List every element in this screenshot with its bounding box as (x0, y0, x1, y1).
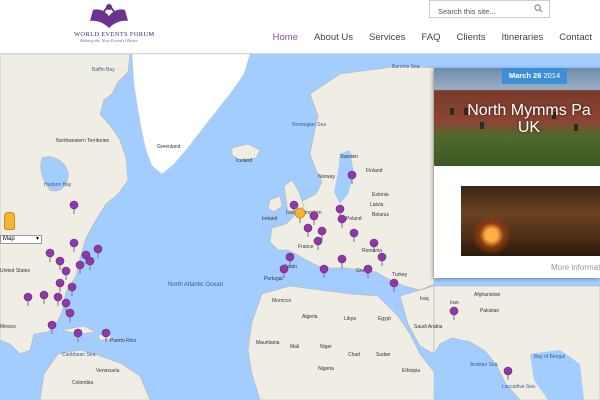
event-marker[interactable] (67, 282, 77, 296)
map-label-poland: Poland (346, 216, 362, 222)
map-label-nigeria: Nigeria (318, 366, 334, 372)
map-type-select[interactable]: Map ▾ (0, 235, 42, 244)
map-label-united-states: United States (0, 268, 31, 274)
main-nav: Home About Us Services FAQ Clients Itine… (265, 32, 600, 44)
map-label-finland: Finland (366, 168, 383, 174)
event-year: 2014 (543, 71, 561, 80)
nav-faq[interactable]: FAQ (413, 32, 448, 44)
map-label-venezuela: Venezuela (96, 368, 120, 374)
map-label-saudi-arabia: Saudi Arabia (414, 324, 443, 330)
map-label-ethiopia: Ethiopia (402, 368, 420, 374)
map-label-estonia: Estonia (372, 192, 389, 198)
map-label-pakistan: Pakistan (480, 308, 499, 314)
event-marker[interactable] (75, 260, 85, 274)
ireland-land (267, 195, 283, 213)
search-box (429, 0, 550, 20)
event-title[interactable]: North Mymms Pa UK (444, 102, 600, 136)
map-label-portugal: Portugal (264, 276, 283, 282)
map-label-northwest-territories: Northwestern Territories (56, 138, 109, 144)
map-label-greenland: Greenland (157, 144, 181, 150)
event-marker[interactable] (101, 328, 111, 342)
map-label-bay-of-bengal: Bay of Bengal (534, 354, 565, 360)
map-label-north-atlantic-ocean: North Atlantic Ocean (168, 282, 223, 288)
nav-about-us[interactable]: About Us (306, 32, 361, 44)
map-label-iran: Iran (450, 300, 459, 306)
open-book-logo-icon (90, 3, 128, 28)
north-america-land (0, 54, 131, 355)
map-label-norwegian-sea: Norwegian Sea (292, 122, 326, 128)
map-label-mexico: Mexico (0, 324, 16, 330)
map-label-afghanistan: Afghanistan (474, 292, 501, 298)
map-label-iraq: Iraq (420, 296, 429, 302)
map-label-hudson-bay: Hudson Bay (44, 182, 72, 188)
nav-home[interactable]: Home (265, 32, 306, 44)
nav-itineraries[interactable]: Itineraries (494, 32, 552, 44)
event-marker[interactable] (93, 244, 103, 258)
map-label-iceland: Iceland (236, 158, 252, 164)
map-label-caribbean-sea: Caribbean Sea (62, 352, 96, 358)
map-label-sweden: Sweden (340, 154, 358, 160)
more-information-link[interactable]: More informati (551, 263, 600, 272)
map-label-romania: Romania (362, 248, 382, 254)
search-icon[interactable] (534, 4, 543, 13)
map-label-chad: Chad (348, 352, 360, 358)
logo[interactable]: WORLD EVENTS FORUM Making the Next Event… (74, 2, 155, 52)
event-marker[interactable] (389, 278, 399, 292)
map-label-egypt: Egypt (378, 316, 391, 322)
event-marker[interactable] (65, 308, 75, 322)
street-view-pegman-icon[interactable] (4, 212, 15, 230)
map-label-morocco: Morocco (272, 298, 291, 304)
chevron-down-icon: ▾ (35, 236, 39, 242)
map-label-colombia: Colombia (72, 380, 93, 386)
map-label-arabian-sea: Arabian Sea (470, 362, 498, 368)
map-label-france: France (298, 244, 314, 250)
map-label-niger: Niger (320, 344, 332, 350)
event-date: March 26 (508, 71, 542, 80)
nav-clients[interactable]: Clients (448, 32, 493, 44)
map-label-belarus: Belarus (372, 212, 389, 218)
event-marker[interactable] (47, 320, 57, 334)
map-label-libya: Libya (344, 316, 356, 322)
map-type-value: Map (3, 236, 15, 242)
map-label-turkey: Turkey (392, 272, 408, 278)
map-label-puerto-rico: Puerto Rico (110, 338, 136, 344)
event-date-badge: March 26 2014 (502, 68, 567, 84)
venue-interior-photo[interactable] (461, 186, 600, 256)
greenland-land (131, 54, 251, 175)
event-marker[interactable] (73, 328, 83, 342)
map-label-barents-sea: Barents Sea (392, 64, 420, 70)
event-venue: North Mymms Pa (467, 102, 591, 119)
map-label-latvia: Latvia (370, 202, 384, 208)
map-label-ireland: Ireland (262, 216, 278, 222)
search-input[interactable] (430, 3, 530, 20)
map-label-mali: Mali (290, 344, 299, 350)
event-info-panel: March 26 2014 North Mymms Pa UK More inf… (434, 68, 600, 278)
map-label-baffin-bay: Baffin Bay (92, 67, 115, 73)
map-label-sudan: Sudan (376, 352, 391, 358)
map-label-mauritania: Mauritania (256, 340, 280, 346)
event-country: UK (517, 119, 541, 136)
nav-contact[interactable]: Contact (551, 32, 600, 44)
brand-name: WORLD EVENTS FORUM (74, 31, 155, 38)
map-label-laccadive-sea: Laccadive Sea (502, 384, 535, 390)
map-label-norway: Norway (318, 174, 335, 180)
nav-services[interactable]: Services (361, 32, 413, 44)
brand-tagline: Making the Next Event(s) Better (80, 38, 138, 43)
site-header: WORLD EVENTS FORUM Making the Next Event… (0, 0, 600, 54)
map-label-algeria: Algeria (302, 314, 318, 320)
event-marker[interactable] (85, 256, 95, 270)
